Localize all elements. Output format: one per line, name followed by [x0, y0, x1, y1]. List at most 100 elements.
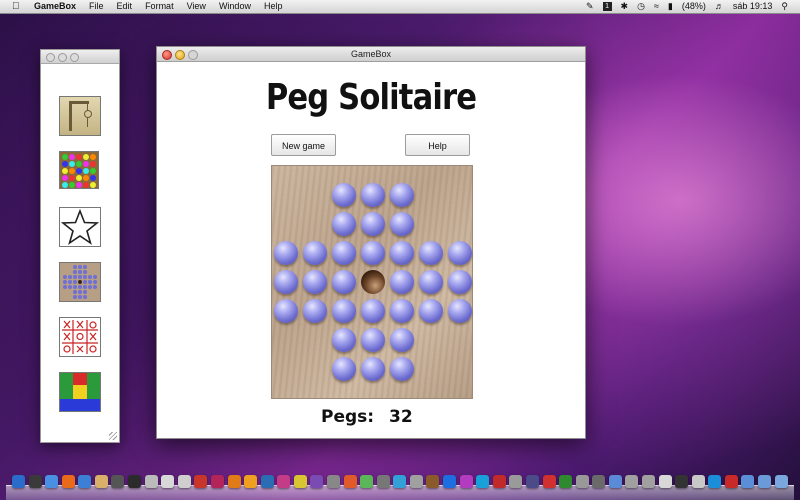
palette-resize-handle[interactable] — [109, 432, 117, 440]
star-icon[interactable] — [59, 207, 101, 247]
dock-app-icon[interactable] — [741, 475, 755, 488]
dock-app-icon[interactable] — [277, 475, 291, 488]
dock-app-icon[interactable] — [774, 475, 788, 488]
new-game-button[interactable]: New game — [271, 134, 336, 156]
minimize-button[interactable] — [175, 50, 185, 60]
peg-solitaire-icon[interactable] — [59, 262, 101, 302]
peg[interactable] — [390, 270, 414, 294]
close-button[interactable] — [46, 53, 55, 62]
jewels-icon[interactable] — [59, 151, 99, 189]
peg[interactable] — [419, 241, 443, 265]
menu-file[interactable]: File — [89, 0, 104, 13]
dock-app-icon[interactable] — [443, 475, 457, 488]
dock-app-icon[interactable] — [260, 475, 274, 488]
menu-help[interactable]: Help — [264, 0, 283, 13]
dock-app-icon[interactable] — [111, 475, 125, 488]
dock-app-icon[interactable] — [459, 475, 473, 488]
bluetooth-icon[interactable]: ✱ — [621, 0, 629, 13]
volume-icon[interactable]: ♬ — [715, 0, 724, 13]
dock-app-icon[interactable] — [691, 475, 705, 488]
dock-app-icon[interactable] — [161, 475, 175, 488]
menu-app-name[interactable]: GameBox — [34, 0, 76, 13]
peg[interactable] — [361, 299, 385, 323]
dock-app-icon[interactable] — [244, 475, 258, 488]
main-titlebar[interactable]: GameBox — [157, 47, 585, 62]
dock-app-icon[interactable] — [326, 475, 340, 488]
dock-app-icon[interactable] — [376, 475, 390, 488]
script-icon[interactable]: ✎ — [586, 0, 594, 13]
peg[interactable] — [303, 270, 327, 294]
close-button[interactable] — [162, 50, 172, 60]
dock-app-icon[interactable] — [12, 475, 25, 488]
zoom-button[interactable] — [70, 53, 79, 62]
peg[interactable] — [274, 241, 298, 265]
dock-app-icon[interactable] — [177, 475, 191, 488]
dock-app-icon[interactable] — [61, 475, 75, 488]
help-button[interactable]: Help — [405, 134, 470, 156]
input-menu-icon[interactable]: 1 — [602, 2, 612, 11]
dock-app-icon[interactable] — [45, 475, 59, 488]
battery-percent[interactable]: (48%) — [682, 0, 706, 13]
dock-app-icon[interactable] — [28, 475, 42, 488]
tic-tac-toe-icon[interactable] — [59, 317, 101, 357]
wifi-icon[interactable]: ≈ — [654, 0, 659, 13]
dock-app-icon[interactable] — [492, 475, 506, 488]
dock-app-icon[interactable] — [94, 475, 108, 488]
dock-app-icon[interactable] — [525, 475, 539, 488]
peg[interactable] — [361, 241, 385, 265]
blocks-icon[interactable] — [59, 372, 101, 412]
dock-app-icon[interactable] — [509, 475, 523, 488]
dock-app-icon[interactable] — [293, 475, 307, 488]
peg[interactable] — [332, 357, 356, 381]
dock-app-icon[interactable] — [78, 475, 92, 488]
apple-menu-icon[interactable]:  — [12, 0, 20, 13]
peg[interactable] — [361, 183, 385, 207]
dock-app-icon[interactable] — [575, 475, 589, 488]
dock-app-icon[interactable] — [310, 475, 324, 488]
dock-app-icon[interactable] — [641, 475, 655, 488]
peg[interactable] — [303, 299, 327, 323]
peg[interactable] — [419, 299, 443, 323]
hangman-icon[interactable] — [59, 96, 101, 136]
peg[interactable] — [390, 241, 414, 265]
empty-hole[interactable] — [361, 270, 385, 294]
dock-app-icon[interactable] — [658, 475, 672, 488]
peg[interactable] — [448, 241, 472, 265]
peg[interactable] — [332, 241, 356, 265]
peg[interactable] — [274, 270, 298, 294]
peg[interactable] — [390, 357, 414, 381]
dock-app-icon[interactable] — [608, 475, 622, 488]
dock-app-icon[interactable] — [210, 475, 224, 488]
peg[interactable] — [361, 212, 385, 236]
peg[interactable] — [303, 241, 327, 265]
zoom-button[interactable] — [188, 50, 198, 60]
menu-window[interactable]: Window — [219, 0, 251, 13]
dock-app-icon[interactable] — [194, 475, 208, 488]
dock-app-icon[interactable] — [724, 475, 738, 488]
dock-app-icon[interactable] — [360, 475, 374, 488]
dock-app-icon[interactable] — [227, 475, 241, 488]
peg[interactable] — [390, 299, 414, 323]
peg[interactable] — [390, 212, 414, 236]
peg[interactable] — [332, 183, 356, 207]
peg[interactable] — [390, 183, 414, 207]
menu-format[interactable]: Format — [145, 0, 174, 13]
peg[interactable] — [332, 270, 356, 294]
dock-app-icon[interactable] — [393, 475, 407, 488]
peg[interactable] — [332, 328, 356, 352]
dock-app-icon[interactable] — [675, 475, 689, 488]
menu-edit[interactable]: Edit — [117, 0, 133, 13]
spotlight-icon[interactable]: ⚲ — [781, 0, 788, 13]
game-board[interactable] — [271, 165, 473, 399]
time-machine-icon[interactable]: ◷ — [637, 0, 645, 13]
dock-app-icon[interactable] — [144, 475, 158, 488]
peg[interactable] — [448, 270, 472, 294]
peg[interactable] — [332, 212, 356, 236]
menu-view[interactable]: View — [187, 0, 206, 13]
dock-app-icon[interactable] — [128, 475, 142, 488]
dock-app-icon[interactable] — [476, 475, 490, 488]
battery-icon[interactable]: ▮ — [668, 0, 673, 13]
dock-app-icon[interactable] — [426, 475, 440, 488]
dock-app-icon[interactable] — [625, 475, 639, 488]
peg[interactable] — [448, 299, 472, 323]
